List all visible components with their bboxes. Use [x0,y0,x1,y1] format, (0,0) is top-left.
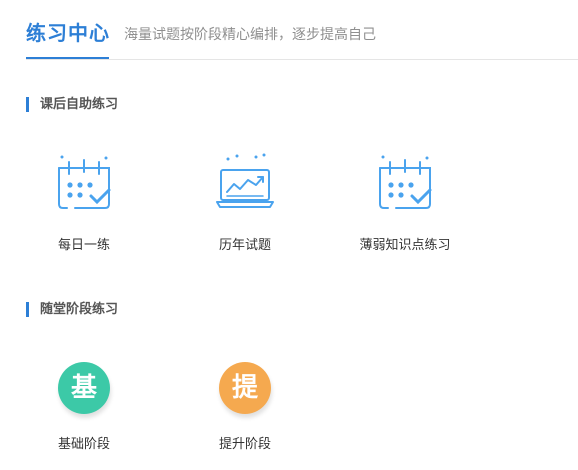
advanced-stage-tile[interactable]: 提 提升阶段 [190,355,300,452]
daily-practice-tile[interactable]: 每日一练 [29,152,139,253]
calendar-check-icon [379,155,432,209]
daily-practice-label: 每日一练 [57,238,110,253]
header-divider [26,59,578,60]
past-exams-tile[interactable]: 历年试题 [190,152,300,253]
page-subtitle: 海量试题按阶段精心编排，逐步提高自己 [124,27,376,43]
section-title-stage-practice: 随堂阶段练习 [26,302,118,317]
past-exams-label: 历年试题 [218,238,271,253]
advanced-stage-label: 提升阶段 [218,437,271,452]
advanced-stage-badge-icon: 提 [219,362,271,414]
basic-stage-label: 基础阶段 [57,437,110,452]
page-title[interactable]: 练习中心 [26,17,110,46]
basic-stage-badge-icon: 基 [58,362,110,414]
basic-stage-tile[interactable]: 基 基础阶段 [29,355,139,452]
calendar-check-icon [58,155,111,209]
weak-points-practice-tile[interactable]: 薄弱知识点练习 [350,152,460,253]
page-header: 练习中心 海量试题按阶段精心编排，逐步提高自己 [0,0,578,60]
section-title-self-practice: 课后自助练习 [26,97,118,112]
laptop-chart-icon [216,153,274,208]
weak-points-practice-label: 薄弱知识点练习 [359,238,451,253]
